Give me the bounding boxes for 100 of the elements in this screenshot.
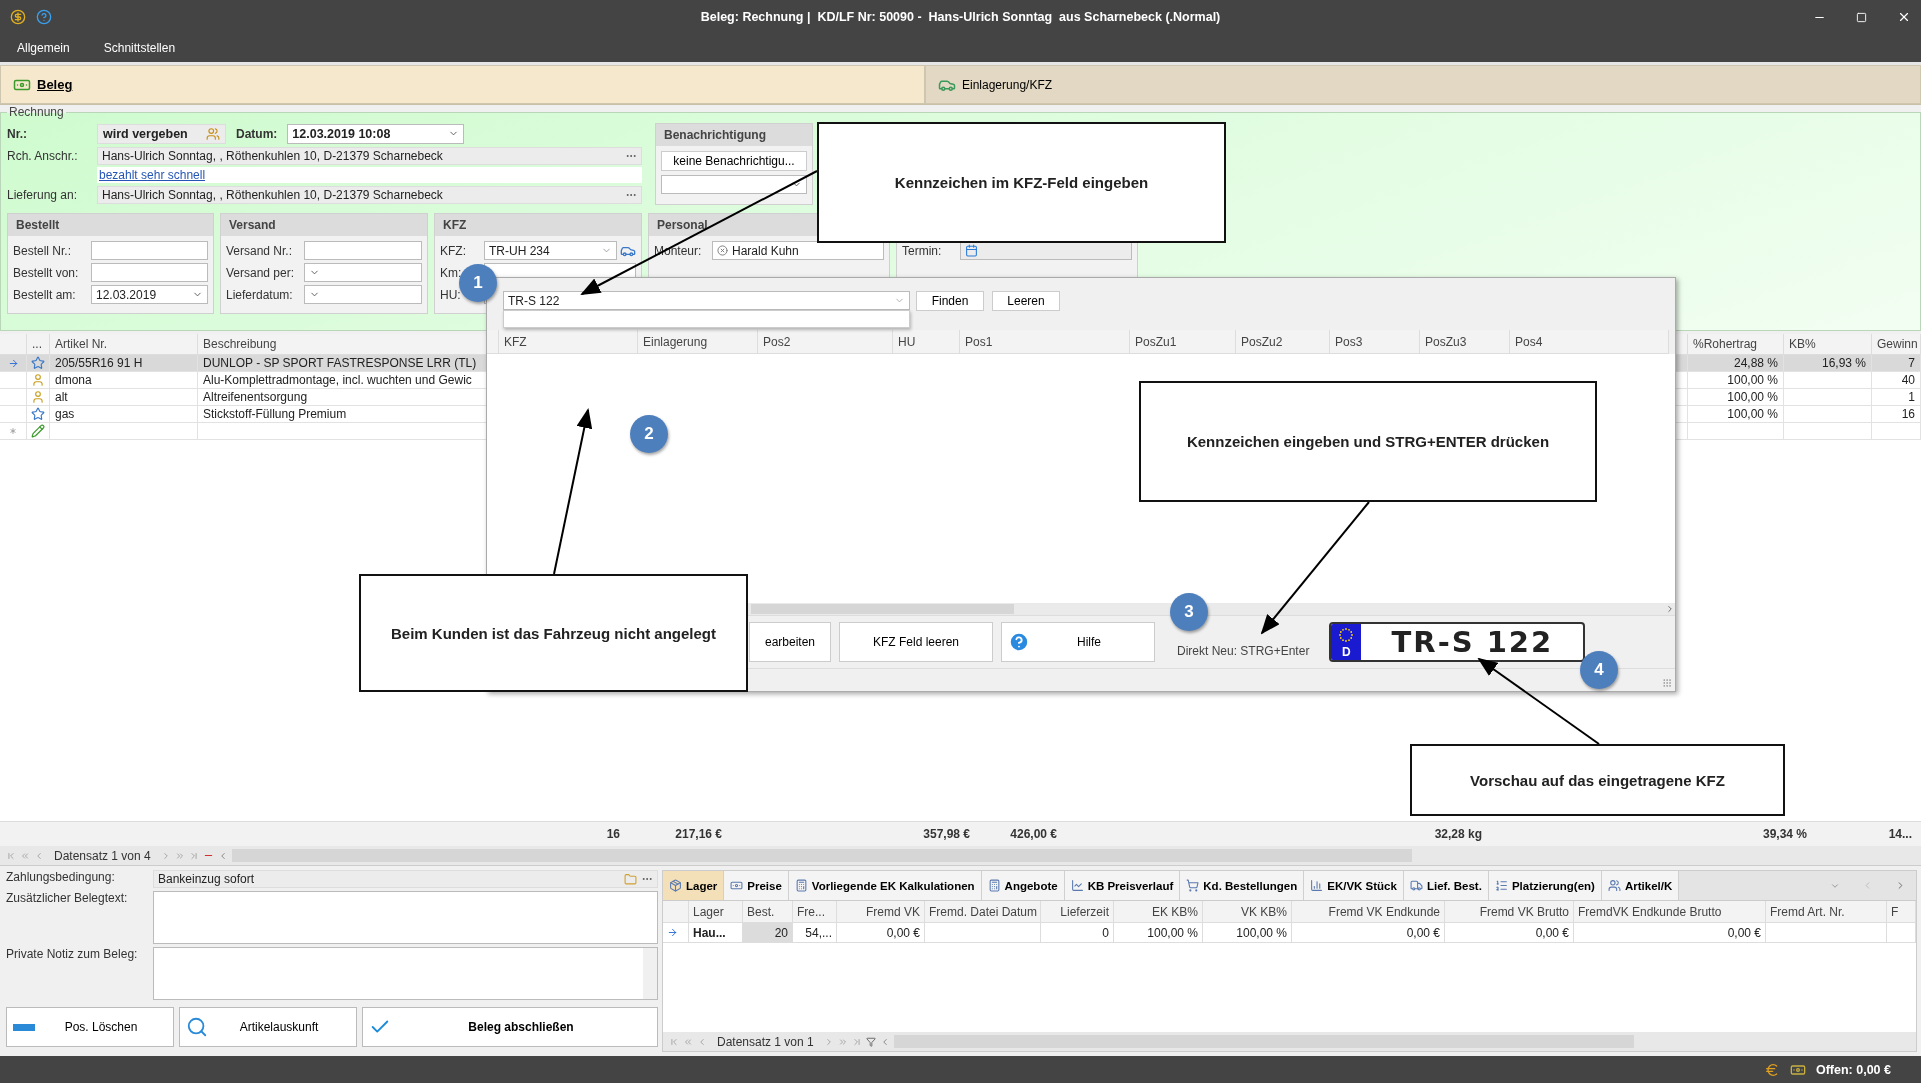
column-header[interactable]: Fremd VK (837, 901, 925, 923)
previous-icon[interactable] (697, 1036, 707, 1047)
last-icon[interactable] (851, 1036, 862, 1047)
date-field[interactable]: 12.03.2019 (91, 285, 208, 304)
help-icon[interactable] (36, 9, 52, 25)
column-header[interactable]: KFZ (499, 330, 638, 354)
column-header[interactable]: Lieferzeit (1041, 901, 1114, 923)
tab[interactable]: Angebote (981, 871, 1065, 900)
row-indicator[interactable] (663, 923, 689, 943)
dialog-button[interactable]: KFZ Feld leeren (839, 622, 993, 662)
column-header[interactable]: PosZu3 (1420, 330, 1510, 354)
tab[interactable]: EK/VK Stück (1304, 871, 1404, 900)
column-header[interactable]: Fremd VK Brutto (1445, 901, 1574, 923)
column-header[interactable]: EK KB% (1114, 901, 1203, 923)
column-header[interactable]: FremdVK Endkunde Brutto (1574, 901, 1766, 923)
column-header[interactable]: Best. (743, 901, 793, 923)
column-header[interactable]: F (1887, 901, 1916, 923)
column-header[interactable]: Pos4 (1510, 330, 1669, 354)
tab[interactable]: Lager (663, 871, 725, 900)
column-header[interactable]: Pos3 (1330, 330, 1420, 354)
previous-page-icon[interactable] (20, 850, 30, 861)
column-header[interactable]: KB% (1784, 334, 1872, 355)
column-header[interactable]: ... (27, 334, 50, 355)
column-header[interactable]: Fremd Art. Nr. (1766, 901, 1887, 923)
action-button[interactable]: Beleg abschließen (362, 1007, 658, 1047)
table-cell: 20 (743, 923, 793, 943)
help-icon (1008, 631, 1030, 653)
summary-value: 16 (605, 827, 620, 841)
previous-icon[interactable] (34, 850, 44, 861)
column-header[interactable]: Pos1 (960, 330, 1130, 354)
address-field[interactable]: Hans-Ulrich Sonntag, , Röthenkuhlen 10, D-21379 Scharnebeck (97, 186, 642, 205)
field-label: Bestellt von: (13, 265, 80, 280)
dialog-button[interactable]: Hilfe (1001, 622, 1155, 662)
address-field[interactable]: Hans-Ulrich Sonntag, , Röthenkuhlen 10, D-21379 Scharnebeck (97, 146, 642, 165)
date-field[interactable]: 12.03.2019 10:08 (287, 123, 465, 144)
column-header[interactable]: Gewinn (1872, 334, 1921, 355)
action-button[interactable]: Pos. Löschen (6, 1007, 174, 1047)
scrollbar[interactable] (643, 948, 657, 999)
column-header[interactable]: Fre... (793, 901, 837, 923)
tab[interactable]: Kd. Bestellungen (1180, 871, 1305, 900)
column-header[interactable]: PosZu2 (1236, 330, 1330, 354)
column-header[interactable]: Pos2 (758, 330, 893, 354)
mechanic-field[interactable]: Harald Kuhn (712, 241, 884, 260)
group-title: Benachrichtigung (664, 128, 766, 142)
first-icon[interactable] (6, 850, 16, 861)
action-button[interactable]: Artikelauskunft (179, 1007, 357, 1047)
payment-field[interactable]: Bankeinzug sofort (153, 870, 658, 888)
vehicle-field[interactable]: TR-UH 234 (484, 241, 617, 260)
dialog-button[interactable]: Leeren (992, 291, 1060, 311)
text-area[interactable] (153, 891, 658, 944)
search-field[interactable]: TR-S 122 (503, 291, 910, 310)
tab[interactable]: Lief. Best. (1403, 871, 1489, 900)
combo-field[interactable] (661, 175, 807, 194)
first-icon[interactable] (669, 1036, 679, 1047)
tab[interactable]: Artikel/K (1601, 871, 1680, 900)
scroll-right-icon[interactable] (1665, 604, 1675, 614)
dialog-button[interactable]: Finden (916, 291, 984, 311)
previous-page-icon[interactable] (683, 1036, 693, 1047)
tab[interactable]: KB Preisverlauf (1064, 871, 1181, 900)
tab[interactable]: Platzierung(en) (1488, 871, 1602, 900)
table-cell: Hau... (689, 923, 743, 943)
menu-item[interactable]: Allgemein (8, 41, 79, 55)
column-header[interactable]: PosZu1 (1130, 330, 1236, 354)
next-page-icon[interactable] (837, 1036, 848, 1047)
last-icon[interactable] (188, 850, 199, 861)
next-page-icon[interactable] (174, 850, 185, 861)
text-field[interactable] (91, 263, 208, 282)
current-row-icon (667, 927, 678, 938)
combo-field[interactable] (304, 285, 422, 304)
tab[interactable]: Vorliegende EK Kalkulationen (788, 871, 982, 900)
column-header[interactable]: Fremd VK Endkunde (1292, 901, 1445, 923)
text-field[interactable] (91, 241, 208, 260)
column-header[interactable]: Artikel Nr. (50, 334, 198, 355)
column-header[interactable]: Lager (689, 901, 743, 923)
group-legend: Rechnung (7, 105, 66, 119)
column-header[interactable]: Einlagerung (638, 330, 758, 354)
column-header[interactable]: HU (893, 330, 960, 354)
dialog-button[interactable]: earbeiten (749, 622, 831, 662)
eu-stars-icon (1338, 627, 1355, 643)
record-counter: Datensatz 1 von 1 (717, 1034, 814, 1049)
scrollbar-thumb[interactable] (751, 604, 1014, 614)
tab-icon (987, 879, 1001, 892)
tab[interactable]: Beleg (0, 65, 925, 104)
minus-icon (13, 1023, 35, 1031)
text-area[interactable] (153, 947, 658, 1000)
combo-field[interactable] (304, 263, 422, 282)
column-header[interactable]: VK KB% (1203, 901, 1292, 923)
note-link[interactable]: bezahlt sehr schnell (97, 167, 642, 184)
tab[interactable]: Einlagerung/KFZ (925, 65, 1921, 104)
column-header[interactable]: %Rohertrag (1688, 334, 1784, 355)
summary-value: 14... (1887, 827, 1912, 841)
column-header[interactable]: Fremd. Datei Datum (925, 901, 1041, 923)
maximize-icon[interactable] (1856, 11, 1867, 23)
filter-icon[interactable] (865, 1036, 876, 1047)
close-icon[interactable] (1897, 10, 1911, 24)
menu-item[interactable]: Schnittstellen (94, 41, 185, 55)
notification-button[interactable]: keine Benachrichtigu... (661, 151, 807, 171)
tab-icon (669, 879, 682, 892)
text-field[interactable] (304, 241, 422, 260)
tab[interactable]: Preise (724, 871, 789, 900)
